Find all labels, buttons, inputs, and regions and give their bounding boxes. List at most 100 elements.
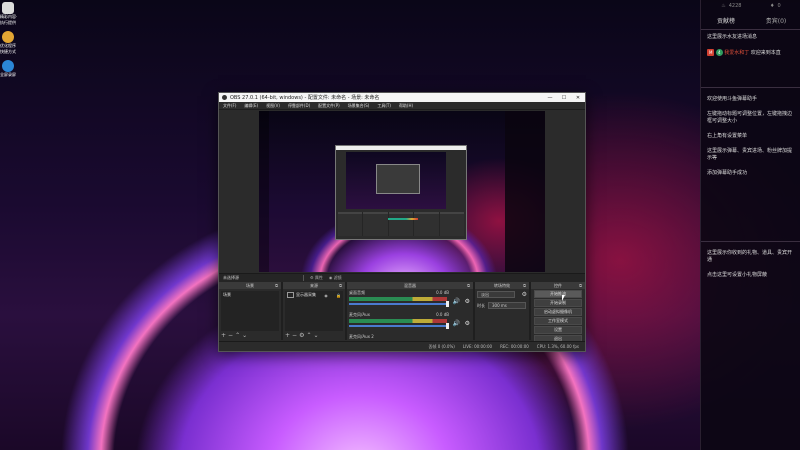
desktop-icon-label: 全屏录屏 [0, 72, 16, 77]
desktop-icons: 精彩内容· 执行提供 优化程序 快捷方式 全屏录屏 [0, 0, 20, 89]
panel-stats: ♨ 4228 ♦ 0 [701, 0, 800, 12]
add-icon[interactable]: + [285, 332, 292, 339]
filter-icon: ◉ [328, 275, 333, 280]
notice-line-2: 左键拖动标题可调整位置，左键拖拽边框可调整大小 [707, 111, 793, 124]
obs-window: OBS 27.0.1 (64-bit, windows) - 配置文件: 未命名… [218, 92, 586, 352]
move-down-icon[interactable]: ⌄ [242, 332, 249, 339]
gear-icon[interactable]: ⚙ [465, 298, 470, 305]
panel-tabs: 贡献榜 贵宾(0) [701, 12, 800, 30]
scenes-list: 场景 [221, 291, 279, 331]
duration-label: 时长 [477, 302, 485, 308]
gear-icon[interactable]: ⚙ [465, 320, 470, 327]
minimize-icon[interactable]: — [543, 95, 557, 101]
mixer-title: 混音器 [404, 283, 416, 288]
lock-icon[interactable]: 🔒 [336, 293, 341, 298]
volume-meter [349, 319, 447, 323]
menu-edit[interactable]: 编辑(E) [244, 103, 258, 109]
notice-line-5: 添加弹幕助手成功 [707, 170, 748, 176]
start-recording-button[interactable]: 开始录制 [534, 299, 582, 307]
enter-message: M 4 我爱水和丁 欢迎来到本直 [701, 45, 800, 61]
duration-input[interactable]: 300 ms [488, 302, 526, 309]
menu-profile[interactable]: 配置文件(P) [318, 103, 340, 109]
properties-button[interactable]: ⚙ 属性 [310, 275, 323, 281]
studio-mode-button[interactable]: 工作室模式 [534, 317, 582, 325]
scenes-dock-header: 场景 ⧉ [219, 282, 281, 289]
volume-knob[interactable] [446, 301, 449, 307]
remove-icon[interactable]: − [292, 332, 299, 339]
undock-icon[interactable]: ⧉ [275, 282, 278, 289]
sources-list: 显示器采集 ◉ 🔒 [285, 291, 343, 331]
scenes-title: 场景 [246, 283, 254, 288]
remove-icon[interactable]: − [228, 332, 235, 339]
start-streaming-button[interactable]: 开始推流 [534, 290, 582, 298]
virtual-camera-button[interactable]: 启动虚拟摄像机 [534, 308, 582, 316]
menu-docks[interactable]: 停靠部件(D) [288, 103, 310, 109]
fans-stat: ♦ 0 [770, 3, 781, 9]
volume-slider[interactable] [349, 325, 447, 327]
close-icon[interactable]: ✕ [571, 95, 585, 101]
menu-file[interactable]: 文件(F) [223, 103, 236, 109]
channel-name: 桌面音频 [349, 290, 365, 295]
transition-select[interactable]: 淡出 [477, 291, 515, 298]
menu-bar: 文件(F) 编辑(E) 视图(V) 停靠部件(D) 配置文件(P) 场景集合(S… [219, 102, 585, 110]
channel-db: 0.0 dB [436, 290, 449, 295]
captured-danmaku-panel [505, 111, 545, 272]
desktop-icon-label-2: 执行提供 [0, 20, 16, 25]
maximize-icon[interactable]: ☐ [557, 95, 571, 101]
gift-notice-2[interactable]: 点击这里可设置小礼物屏蔽 [701, 268, 800, 283]
mixer-dock: 混音器 ⧉ 桌面音频 0.0 dB 🔊 ⚙ 麦克风/Aux 0.0 dB 🔊 ⚙ [347, 282, 473, 340]
undock-icon[interactable]: ⧉ [339, 282, 342, 289]
notice-line-1: 欢迎使用斗鱼弹幕助手 [707, 96, 758, 102]
undock-icon[interactable]: ⧉ [467, 282, 470, 289]
gear-icon[interactable]: ⚙ [522, 291, 527, 298]
sources-dock: 来源 ⧉ 显示器采集 ◉ 🔒 +−⚙⌃⌄ [283, 282, 345, 340]
desktop-icon-2[interactable]: 优化程序 快捷方式 [0, 31, 20, 57]
dropped-frames: 丢帧 0 (0.0%) [428, 343, 455, 349]
tab-contribution[interactable]: 贡献榜 [701, 12, 751, 29]
popularity-value: 4228 [728, 3, 742, 9]
scenes-dock: 场景 ⧉ 场景 +−⌃⌄ [219, 282, 281, 340]
captured-nested-window [376, 164, 420, 194]
menu-tools[interactable]: 工具(T) [377, 103, 391, 109]
desktop-icon-3[interactable]: 全屏录屏 [0, 60, 20, 86]
volume-slider[interactable] [349, 303, 447, 305]
filters-button[interactable]: ◉ 滤镜 [329, 275, 342, 281]
tab-vip[interactable]: 贵宾(0) [751, 12, 800, 29]
mixer-dock-header: 混音器 ⧉ [347, 282, 473, 289]
speaker-icon[interactable]: 🔊 [453, 298, 460, 305]
settings-button[interactable]: 设置 [534, 326, 582, 334]
speaker-icon[interactable]: 🔊 [453, 320, 460, 327]
add-icon[interactable]: + [221, 332, 228, 339]
move-down-icon[interactable]: ⌄ [313, 332, 320, 339]
mixer-channel-mic-2: 麦克风/Aux 2 [347, 333, 473, 341]
gift-notice-1: 这里展示你收到的礼物、道具、贵宾开通 [707, 250, 793, 263]
sources-dock-header: 来源 ⧉ [283, 282, 345, 289]
volume-knob[interactable] [446, 323, 449, 329]
undock-icon[interactable]: ⧉ [579, 282, 582, 289]
monitor-icon [287, 292, 294, 298]
scene-item[interactable]: 场景 [221, 291, 279, 299]
obs-logo-icon [222, 95, 227, 100]
sources-title: 来源 [310, 283, 318, 288]
recorder-icon [2, 60, 14, 72]
menu-scene-collection[interactable]: 场景集合(S) [348, 103, 370, 109]
menu-view[interactable]: 视图(V) [266, 103, 280, 109]
menu-help[interactable]: 帮助(H) [399, 103, 413, 109]
app-icon [2, 2, 14, 14]
channel-db: 0.0 dB [436, 312, 449, 317]
desktop-icon-1[interactable]: 精彩内容· 执行提供 [0, 2, 20, 28]
undock-icon[interactable]: ⧉ [523, 282, 526, 289]
source-item[interactable]: 显示器采集 ◉ 🔒 [285, 291, 343, 299]
mouse-cursor-icon [562, 295, 565, 301]
visibility-icon[interactable]: ◉ [324, 293, 328, 298]
preview-canvas[interactable] [259, 111, 545, 272]
window-titlebar[interactable]: OBS 27.0.1 (64-bit, windows) - 配置文件: 未命名… [219, 93, 585, 102]
dock-area: 场景 ⧉ 场景 +−⌃⌄ 来源 ⧉ 显示器采集 ◉ 🔒 +−⚙⌃⌄ 混音器 ⧉ [219, 282, 585, 343]
username[interactable]: 我爱水和丁 [724, 50, 749, 56]
transitions-dock: 转场特效 ⧉ 淡出 ⚙ 时长 300 ms [475, 282, 529, 340]
captured-titlebar [336, 146, 466, 150]
notice-line-4: 这里展示弹幕、贵宾进场、粉丝牌加提示等 [707, 148, 793, 161]
status-bar: 丢帧 0 (0.0%) LIVE: 00:00:00 REC: 00:00:00… [219, 341, 585, 351]
source-item-label: 显示器采集 [296, 292, 316, 297]
no-source-label: 未选择源 [223, 275, 239, 280]
